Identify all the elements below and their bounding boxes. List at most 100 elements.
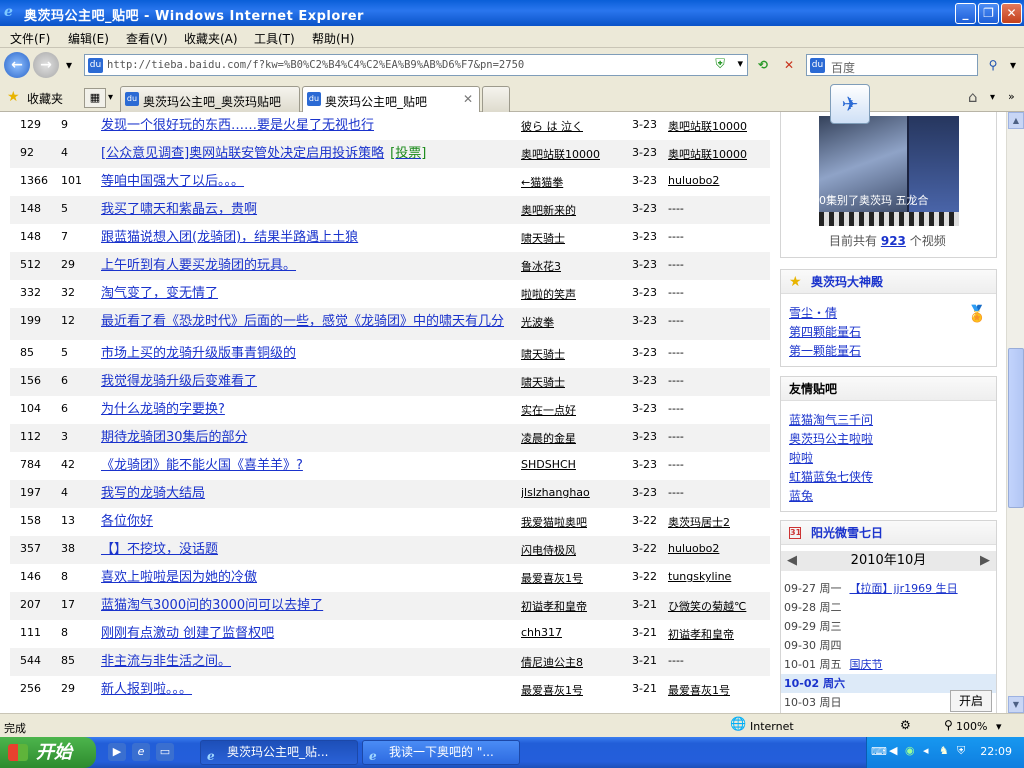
thread-author[interactable]: 凌晨的金星 xyxy=(521,430,631,446)
friend-link[interactable]: 蓝猫淘气三千问 xyxy=(789,411,873,428)
thread-author[interactable]: ←猫猫拳 xyxy=(521,174,631,190)
friend-link[interactable]: 蓝兔 xyxy=(789,487,813,504)
qq-icon[interactable]: ♞ xyxy=(939,744,949,757)
zoom-icon[interactable]: ⚲ xyxy=(944,718,953,732)
calendar-title[interactable]: 阳光微雪七日 xyxy=(811,526,883,540)
thread-author[interactable]: chh317 xyxy=(521,626,631,639)
temple-link[interactable]: 雪尘・倩 xyxy=(789,304,837,321)
zoom-level[interactable]: 100% xyxy=(956,720,987,733)
maximize-button[interactable]: ❐ xyxy=(978,3,999,24)
thread-author[interactable]: 彼ら は 泣く xyxy=(521,118,631,134)
thread-tag[interactable]: [投票] xyxy=(390,146,426,161)
thread-author[interactable]: 啸天骑士 xyxy=(521,374,631,390)
thread-author[interactable]: jlslzhanghao xyxy=(521,486,631,499)
temple-link[interactable]: 第一颗能量石 xyxy=(789,342,861,359)
thread-author[interactable]: 奥吧站联10000 xyxy=(521,146,631,162)
thread-author[interactable]: 鲁冰花3 xyxy=(521,258,631,274)
scroll-up-arrow[interactable]: ▲ xyxy=(1008,112,1024,129)
back-button[interactable]: ← xyxy=(4,52,30,78)
thread-title-link[interactable]: 市场上买的龙骑升级版事青铜级的 xyxy=(101,345,521,363)
search-options-dropdown[interactable]: ▾ xyxy=(1004,56,1022,74)
keyboard-icon[interactable]: ⌨ xyxy=(871,745,887,758)
thread-last-reply[interactable]: huluobo2 xyxy=(668,174,768,187)
thread-title-link[interactable]: 为什么龙骑的字要换? xyxy=(101,401,521,419)
minimize-button[interactable]: _ xyxy=(955,3,976,24)
thread-title-link[interactable]: 淘气变了，变无情了 xyxy=(101,285,521,303)
thread-last-reply[interactable]: 奥茨玛居士2 xyxy=(668,514,768,530)
search-button[interactable]: ⚲ xyxy=(984,56,1002,74)
tab-oz-tieba[interactable]: du 奥茨玛公主吧_奥茨玛贴吧 xyxy=(120,86,300,112)
taskbar-ie-window-2[interactable]: e 我读一下奥吧的 "... xyxy=(362,740,520,765)
thread-author[interactable]: 我爱猫啦奥吧 xyxy=(521,514,631,530)
thread-title-link[interactable]: [公众意见调查]奥网站联安管处决定启用投诉策略 [投票] xyxy=(101,145,521,163)
thread-title-link[interactable]: 蓝猫淘气3000问的3000问可以去掉了 xyxy=(101,597,521,615)
start-button[interactable]: 开始 xyxy=(0,737,96,768)
menu-help[interactable]: 帮助(H) xyxy=(312,30,354,47)
volume-icon[interactable]: ◂ xyxy=(923,744,929,757)
friend-link[interactable]: 啦啦 xyxy=(789,449,813,466)
more-tools-icon[interactable]: » xyxy=(1008,90,1015,103)
thread-title-link[interactable]: 期待龙骑团30集后的部分 xyxy=(101,429,521,447)
address-bar[interactable]: du http://tieba.baidu.com/f?kw=%B0%C2%B4… xyxy=(84,54,748,76)
video-count-number[interactable]: 923 xyxy=(881,234,906,248)
thread-last-reply[interactable]: 奥吧站联10000 xyxy=(668,118,768,134)
thread-title-link[interactable]: 我写的龙骑大结局 xyxy=(101,485,521,503)
thread-title-link[interactable]: 新人报到啦。。。 xyxy=(101,681,521,699)
thread-author[interactable]: 初谥孝和皇帝 xyxy=(521,598,631,614)
thread-title-link[interactable]: 发现一个很好玩的东西……要是火星了无视也行 xyxy=(101,117,521,135)
thread-author[interactable]: 啦啦的笑声 xyxy=(521,286,631,302)
thread-author[interactable]: 倩尼迪公主8 xyxy=(521,654,631,670)
thread-title-link[interactable]: 【】不挖坟，没话题 xyxy=(101,541,521,559)
security-shield-icon[interactable]: ⛨ xyxy=(715,57,725,72)
thread-last-reply[interactable]: tungskyline xyxy=(668,570,768,583)
network-icon[interactable]: ◉ xyxy=(905,744,915,757)
vertical-scrollbar[interactable]: ▲ ▼ xyxy=(1006,112,1024,713)
prev-month-icon[interactable]: ◀ xyxy=(787,551,797,571)
thread-author[interactable]: 实在一点好 xyxy=(521,402,631,418)
next-month-icon[interactable]: ▶ xyxy=(980,551,990,571)
thread-title-link[interactable]: 我买了啸天和紫晶云，贵啊 xyxy=(101,201,521,219)
thread-title-link[interactable]: 等咱中国强大了以后。。。 xyxy=(101,173,521,191)
favorites-star-icon[interactable]: ★ xyxy=(7,89,20,105)
menu-favorites[interactable]: 收藏夹(A) xyxy=(184,30,238,47)
friend-link[interactable]: 奥茨玛公主啦啦 xyxy=(789,430,873,447)
security-tray-icon[interactable]: ⛨ xyxy=(957,744,965,758)
search-box[interactable]: du 百度 xyxy=(806,54,978,76)
thread-last-reply[interactable]: huluobo2 xyxy=(668,542,768,555)
search-placeholder[interactable]: 百度 xyxy=(831,59,855,76)
favorites-label[interactable]: 收藏夹 xyxy=(27,90,63,107)
thread-title-link[interactable]: 喜欢上啦啦是因为她的冷傲 xyxy=(101,569,521,587)
thread-last-reply[interactable]: ひ微笑の菊越℃ xyxy=(668,598,768,614)
refresh-button[interactable]: ⟲ xyxy=(754,56,772,74)
show-desktop-icon[interactable]: ▭ xyxy=(156,743,174,761)
history-dropdown[interactable]: ▾ xyxy=(60,56,78,74)
tab-oz-bar-active[interactable]: du 奥茨玛公主吧_贴吧 ✕ xyxy=(302,86,480,112)
thread-title-link[interactable]: 各位你好 xyxy=(101,513,521,531)
forward-button[interactable]: → xyxy=(33,52,59,78)
temple-link[interactable]: 第四颗能量石 xyxy=(789,323,861,340)
close-button[interactable]: ✕ xyxy=(1001,3,1022,24)
thread-title-link[interactable]: 最近看了看《恐龙时代》后面的一些，感觉《龙骑团》中的啸天有几分 xyxy=(101,313,521,331)
quick-tabs-icon[interactable]: ▦ xyxy=(84,88,106,108)
thread-author[interactable]: 闪电侍极风 xyxy=(521,542,631,558)
thread-last-reply[interactable]: 初谥孝和皇帝 xyxy=(668,626,768,642)
thread-title-link[interactable]: 《龙骑团》能不能火国《喜羊羊》? xyxy=(101,457,521,475)
scroll-thumb[interactable] xyxy=(1008,348,1024,508)
media-player-icon[interactable]: ▶ xyxy=(108,743,126,761)
home-dropdown-icon[interactable]: ▾ xyxy=(990,92,995,103)
stop-button[interactable]: ✕ xyxy=(780,56,798,74)
thread-title-link[interactable]: 非主流与非生活之间。 xyxy=(101,653,521,671)
thread-author[interactable]: 最爱喜灰1号 xyxy=(521,682,631,698)
ie-quicklaunch-icon[interactable]: e xyxy=(132,743,150,761)
calendar-event-link[interactable]: 【拉面】jjr1969 生日 xyxy=(849,582,957,595)
taskbar-ie-window-1[interactable]: e 奥茨玛公主吧_贴... xyxy=(200,740,358,765)
menu-view[interactable]: 查看(V) xyxy=(126,30,168,47)
thread-title-link[interactable]: 上午听到有人要买龙骑团的玩具。 xyxy=(101,257,521,275)
address-dropdown-icon[interactable]: ▾ xyxy=(737,57,743,70)
thread-author[interactable]: SHDSHCH xyxy=(521,458,631,471)
thread-last-reply[interactable]: 最爱喜灰1号 xyxy=(668,682,768,698)
menu-file[interactable]: 文件(F) xyxy=(10,30,50,47)
thread-last-reply[interactable]: 奥吧站联10000 xyxy=(668,146,768,162)
zoom-dropdown-icon[interactable]: ▾ xyxy=(996,720,1002,733)
temple-title[interactable]: 奥茨玛大神殿 xyxy=(811,275,883,289)
